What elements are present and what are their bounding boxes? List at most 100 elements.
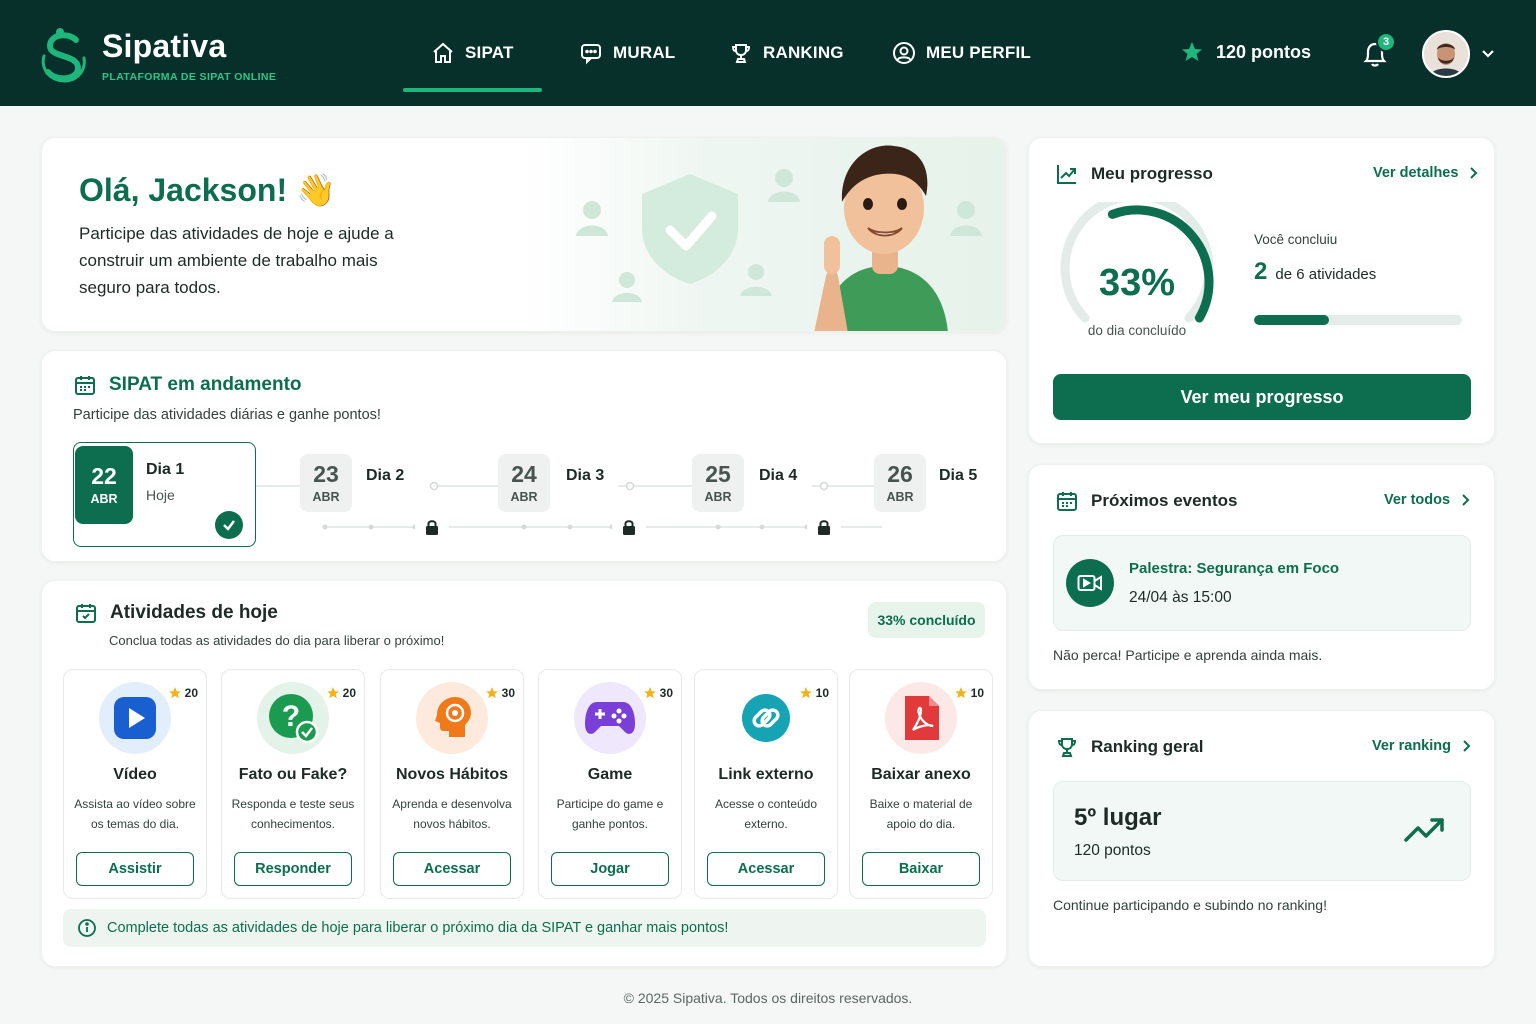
question-icon: ? bbox=[257, 682, 329, 754]
day-4-label: Dia 4 bbox=[759, 467, 798, 484]
lock-icon bbox=[612, 510, 646, 544]
day-3-date[interactable]: 24 ABR bbox=[498, 454, 550, 512]
ranking-title: Ranking geral bbox=[1055, 735, 1203, 759]
day-3-label: Dia 3 bbox=[566, 467, 605, 484]
activities-title-text: Atividades de hoje bbox=[110, 602, 278, 623]
star-icon bbox=[799, 687, 812, 699]
activity-points-value: 20 bbox=[184, 686, 198, 700]
activities-title: Atividades de hoje bbox=[74, 601, 278, 625]
activity-card-game: 30 Game Participe do game e ganhe pontos… bbox=[538, 669, 682, 899]
activity-points: 20 bbox=[168, 686, 198, 700]
day-1-month: ABR bbox=[90, 492, 118, 506]
day-4-date[interactable]: 25 ABR bbox=[692, 454, 744, 512]
activity-card-baixar-anexo: 10 Baixar anexo Baixe o material de apoi… bbox=[849, 669, 993, 899]
event-time: 24/04 às 15:00 bbox=[1129, 589, 1232, 606]
nav-mural[interactable]: MURAL bbox=[579, 0, 675, 106]
chevron-right-icon bbox=[1462, 494, 1470, 506]
day-2-month: ABR bbox=[312, 490, 340, 504]
greeting-text: Participe das atividades de hoje e ajude… bbox=[79, 224, 394, 297]
activity-card-fato-ou-fake: ? 20 Fato ou Fake? Responda e teste seus… bbox=[221, 669, 365, 899]
events-note: Não perca! Participe e aprenda ainda mai… bbox=[1053, 647, 1323, 663]
nav-meu-perfil[interactable]: MEU PERFIL bbox=[892, 0, 1031, 106]
pdf-icon bbox=[885, 682, 957, 754]
chevron-down-icon[interactable] bbox=[1481, 47, 1495, 61]
responder-button[interactable]: Responder bbox=[234, 852, 352, 886]
day-5-date[interactable]: 26 ABR bbox=[874, 454, 926, 512]
avatar[interactable] bbox=[1422, 30, 1470, 78]
event-title: Palestra: Segurança em Foco bbox=[1129, 560, 1340, 577]
gamepad-icon bbox=[574, 682, 646, 754]
info-banner-text: Complete todas as atividades de hoje par… bbox=[107, 920, 729, 936]
nav-sipat-label: SIPAT bbox=[465, 43, 514, 62]
day-4-month: ABR bbox=[704, 490, 732, 504]
character-thumbs-up-icon bbox=[814, 145, 948, 331]
chevron-right-icon bbox=[1463, 740, 1471, 752]
brand[interactable]: Sipativa PLATAFORMA DE SIPAT ONLINE bbox=[38, 26, 276, 84]
lock-icon bbox=[807, 510, 841, 544]
day-5-month: ABR bbox=[886, 490, 914, 504]
ver-ranking-link[interactable]: Ver ranking bbox=[1372, 738, 1471, 754]
day-2-number: 23 bbox=[313, 461, 339, 487]
trophy-icon bbox=[731, 44, 751, 63]
video-camera-icon bbox=[1066, 559, 1114, 607]
points-label: 120 pontos bbox=[1216, 41, 1312, 62]
sipativa-logo-icon bbox=[41, 28, 86, 83]
acessar-button[interactable]: Acessar bbox=[393, 852, 511, 886]
activities-card: Atividades de hoje Conclua todas as ativ… bbox=[41, 580, 1007, 967]
footer-copyright: © 2025 Sipativa. Todos os direitos reser… bbox=[623, 990, 913, 1006]
activity-card-novos-habitos: 30 Novos Hábitos Aprenda e desenvolva no… bbox=[380, 669, 524, 899]
star-icon bbox=[485, 687, 498, 699]
ranking-summary: 5º lugar 120 pontos bbox=[1053, 781, 1471, 881]
day-5-number: 26 bbox=[887, 461, 913, 487]
activity-description: Acesse o conteúdo externo. bbox=[714, 797, 818, 831]
day-2-date[interactable]: 23 ABR bbox=[300, 454, 352, 512]
day-3-month: ABR bbox=[510, 490, 538, 504]
ranking-note: Continue participando e subindo no ranki… bbox=[1053, 897, 1327, 913]
sipat-timeline-card: SIPAT em andamento Participe das ativida… bbox=[41, 350, 1007, 562]
info-icon bbox=[78, 919, 96, 937]
trend-up-icon bbox=[1404, 818, 1444, 842]
activity-name: Baixar anexo bbox=[871, 766, 971, 783]
ver-todos-link[interactable]: Ver todos bbox=[1384, 492, 1470, 508]
assistir-button[interactable]: Assistir bbox=[76, 852, 194, 886]
star-icon bbox=[1182, 42, 1202, 61]
activity-name: Game bbox=[587, 766, 633, 783]
activity-description: Aprenda e desenvolva novos hábitos. bbox=[392, 797, 512, 831]
ver-meu-progresso-button[interactable]: Ver meu progresso bbox=[1053, 374, 1471, 420]
brand-subtitle: PLATAFORMA DE SIPAT ONLINE bbox=[102, 70, 277, 83]
activity-points: 10 bbox=[954, 686, 984, 700]
ver-detalhes-label: Ver detalhes bbox=[1373, 165, 1459, 181]
welcome-banner: Olá, Jackson! 👋 Participe das atividades… bbox=[41, 137, 1007, 332]
check-icon bbox=[215, 511, 243, 539]
activity-points-value: 20 bbox=[342, 686, 356, 700]
star-icon bbox=[326, 687, 339, 699]
ranking-position: 5º lugar bbox=[1074, 804, 1162, 831]
concluded-label: Você concluiu bbox=[1254, 232, 1338, 247]
event-item[interactable]: Palestra: Segurança em Foco 24/04 às 15:… bbox=[1053, 535, 1471, 631]
nav-sipat[interactable]: SIPAT bbox=[403, 0, 541, 106]
info-banner: Complete todas as atividades de hoje par… bbox=[63, 909, 986, 947]
activity-points-value: 10 bbox=[815, 686, 829, 700]
day-5-label: Dia 5 bbox=[939, 467, 978, 484]
top-navbar: Sipativa PLATAFORMA DE SIPAT ONLINE SIPA… bbox=[0, 0, 1536, 106]
chevron-right-icon bbox=[1470, 167, 1478, 179]
nav-ranking[interactable]: RANKING bbox=[729, 0, 844, 106]
activities-progress-badge: 33% concluído bbox=[868, 602, 985, 638]
ranking-title-text: Ranking geral bbox=[1091, 737, 1204, 756]
brain-icon bbox=[416, 682, 488, 754]
activity-points: 30 bbox=[485, 686, 515, 700]
user-circle-icon bbox=[893, 42, 915, 64]
acessar-link-button[interactable]: Acessar bbox=[707, 852, 825, 886]
trend-up-icon bbox=[1057, 165, 1076, 184]
jogar-button[interactable]: Jogar bbox=[551, 852, 669, 886]
activity-points: 10 bbox=[799, 686, 829, 700]
user-points[interactable]: 120 pontos bbox=[1180, 40, 1311, 64]
baixar-button[interactable]: Baixar bbox=[862, 852, 980, 886]
day-1-sub: Hoje bbox=[146, 487, 175, 503]
events-card: Próximos eventos Ver todos Palestra: Seg… bbox=[1028, 464, 1495, 690]
progress-percent: 33% bbox=[1098, 262, 1176, 304]
progress-card: Meu progresso Ver detalhes 33% do dia co… bbox=[1028, 137, 1495, 444]
ver-detalhes-link[interactable]: Ver detalhes bbox=[1373, 165, 1478, 181]
concluded-count: 2 de 6 atividades bbox=[1254, 258, 1376, 286]
day-1-date: 22 ABR bbox=[75, 446, 133, 524]
